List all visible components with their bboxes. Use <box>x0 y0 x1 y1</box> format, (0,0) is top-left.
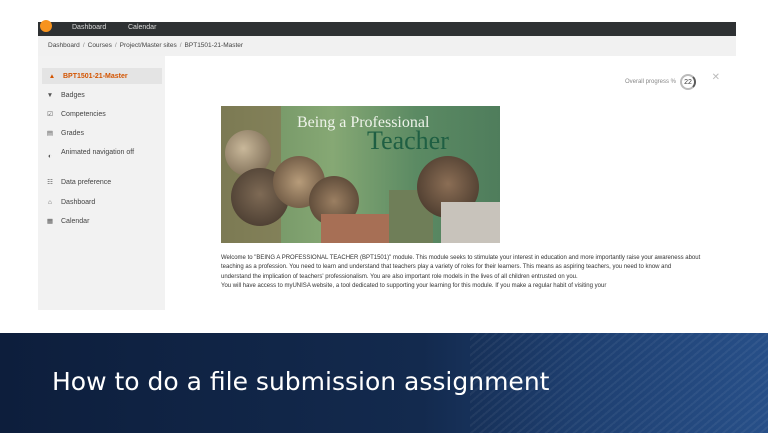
navigation-drawer: ▲ BPT1501-21-Master ▼ Badges ☑ Competenc… <box>38 56 165 310</box>
banner-photo <box>441 202 500 243</box>
caption-band: How to do a file submission assignment <box>0 333 768 433</box>
shield-icon: ▼ <box>46 92 54 99</box>
nav-dashboard-link[interactable]: Dashboard <box>72 24 106 31</box>
graduation-cap-icon: ▲ <box>48 72 56 80</box>
course-summary: Welcome to "BEING A PROFESSIONAL TEACHER… <box>221 254 701 291</box>
video-caption: How to do a file submission assignment <box>52 367 550 396</box>
drawer-item-label: Calendar <box>61 218 90 225</box>
course-content: Overall progress % 22 ✕ Being a Professi… <box>165 56 736 310</box>
home-icon: ⌂ <box>48 199 52 206</box>
drawer-item-badges[interactable]: ▼ Badges <box>44 91 162 100</box>
toggle-icon: ◐ <box>48 153 52 160</box>
calendar-icon: ▦ <box>46 218 54 225</box>
banner-title-line2: Teacher <box>367 126 449 155</box>
drawer-item-label: Competencies <box>61 111 106 118</box>
drawer-item-label: Animated navigation off <box>61 149 135 156</box>
site-logo-icon[interactable] <box>40 20 52 32</box>
progress-value: 22 <box>684 78 692 86</box>
drawer-item-data-preference[interactable]: ☷ Data preference <box>44 178 162 187</box>
breadcrumb-courses[interactable]: Courses <box>88 42 112 49</box>
drawer-item-dashboard[interactable]: ⌂ Dashboard <box>44 198 162 207</box>
table-icon: ▤ <box>46 130 54 137</box>
drawer-item-grades[interactable]: ▤ Grades <box>44 129 162 138</box>
drawer-item-competencies[interactable]: ☑ Competencies <box>44 110 162 119</box>
database-icon: ☷ <box>47 179 53 186</box>
progress-ring: 22 <box>680 74 696 90</box>
close-icon[interactable]: ✕ <box>712 72 720 83</box>
course-summary-paragraph: Welcome to "BEING A PROFESSIONAL TEACHER… <box>221 255 701 280</box>
drawer-item-label: Grades <box>61 130 84 137</box>
drawer-item-animated-navigation[interactable]: ◐ Animated navigation off <box>44 148 162 161</box>
top-navbar: Dashboard Calendar <box>38 20 736 36</box>
course-summary-paragraph: You will have access to myUNISA website,… <box>221 282 607 289</box>
breadcrumb-dashboard[interactable]: Dashboard <box>48 42 80 49</box>
drawer-item-calendar[interactable]: ▦ Calendar <box>44 217 162 226</box>
breadcrumb: Dashboard / Courses / Project/Master sites / B… <box>38 36 736 56</box>
course-banner-image: Being a Professional Teacher <box>221 106 500 243</box>
screen: Dashboard Calendar Dashboard / Courses / Pro… <box>0 0 768 433</box>
progress-label: Overall progress % <box>624 79 676 85</box>
drawer-item-course[interactable]: ▲ BPT1501-21-Master <box>42 68 162 84</box>
nav-calendar-link[interactable]: Calendar <box>128 24 156 31</box>
drawer-item-label: BPT1501-21-Master <box>63 72 128 80</box>
overall-progress: Overall progress % 22 <box>625 74 696 90</box>
drawer-item-label: Dashboard <box>61 199 96 206</box>
breadcrumb-project-master-sites[interactable]: Project/Master sites <box>120 42 177 49</box>
breadcrumb-current-course[interactable]: BPT1501-21-Master <box>185 42 244 49</box>
drawer-item-label: Badges <box>61 92 85 99</box>
drawer-item-label: Data preference <box>61 179 112 186</box>
checkbox-icon: ☑ <box>47 111 53 118</box>
